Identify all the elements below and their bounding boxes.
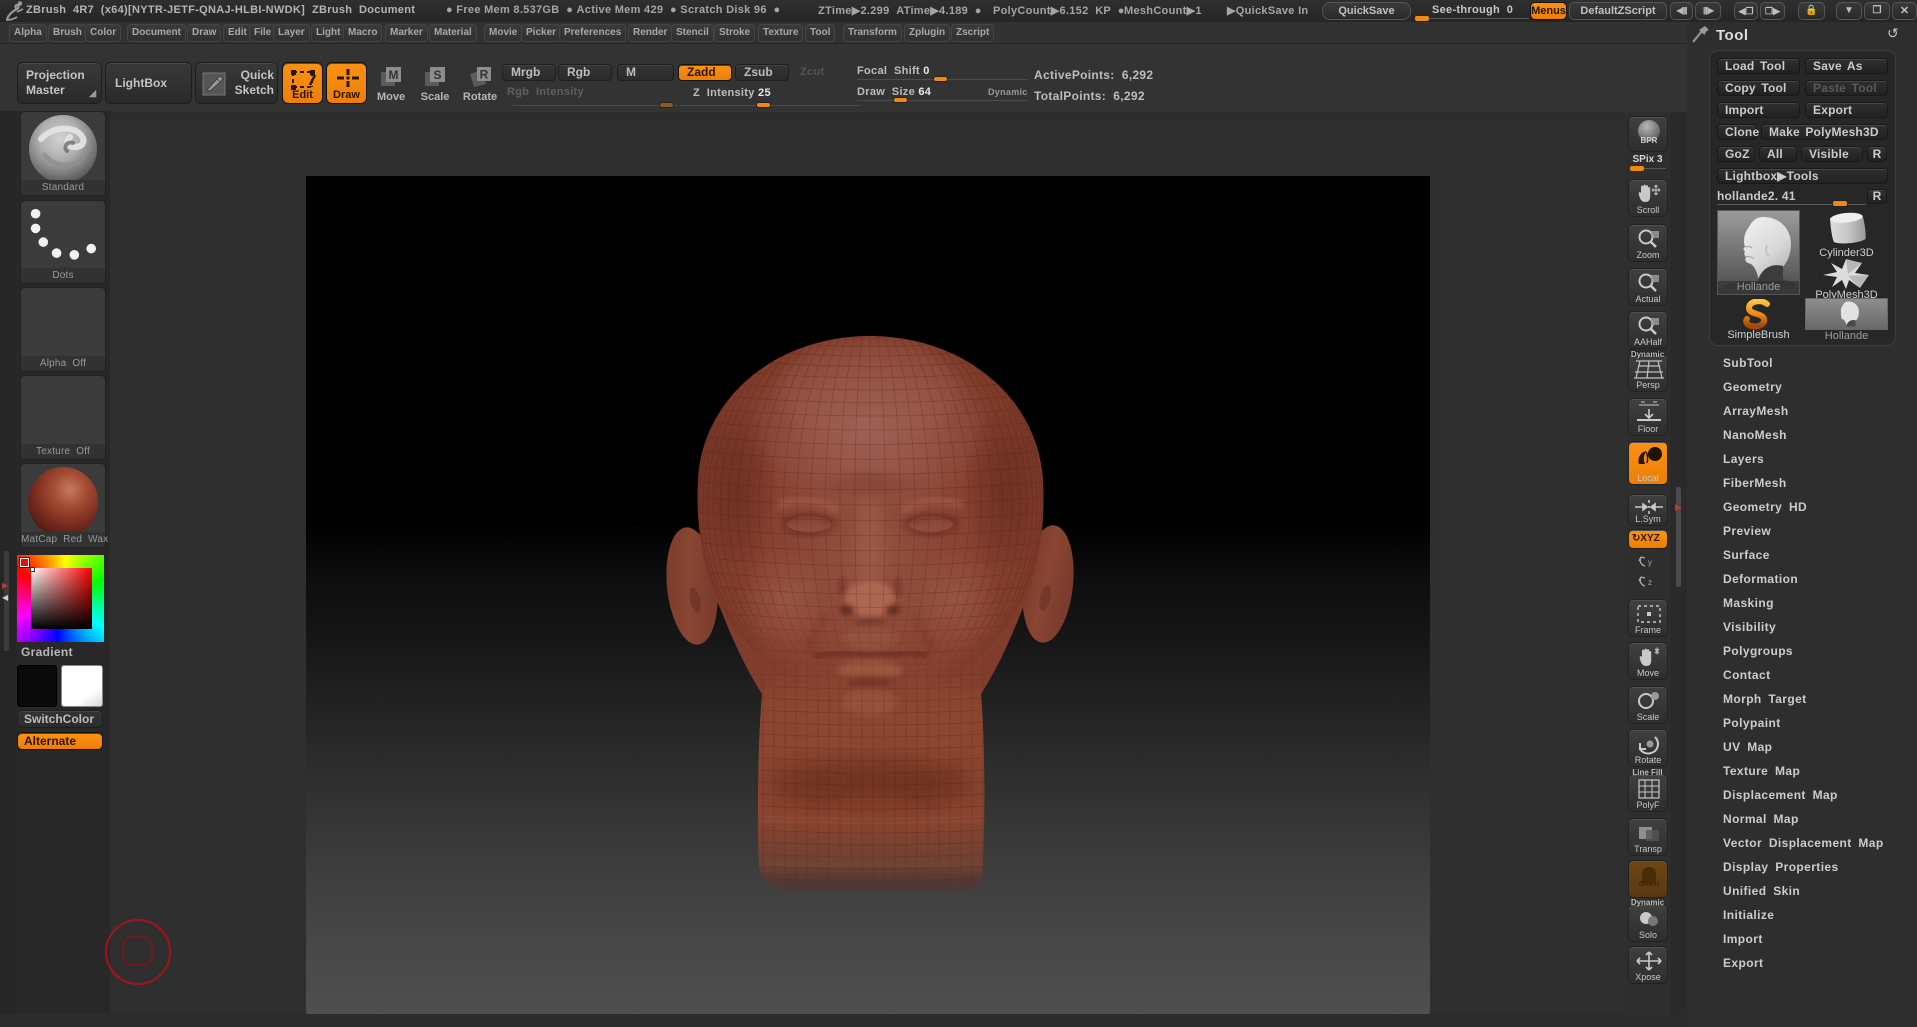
svg-text:z: z	[1648, 578, 1652, 587]
svg-text:R: R	[480, 68, 489, 82]
svg-text:y: y	[1648, 558, 1652, 567]
svg-text:BPR: BPR	[1641, 136, 1658, 145]
svg-text:Ghost: Ghost	[1639, 881, 1660, 887]
svg-text:M: M	[389, 68, 399, 82]
svg-text:S: S	[433, 68, 441, 82]
